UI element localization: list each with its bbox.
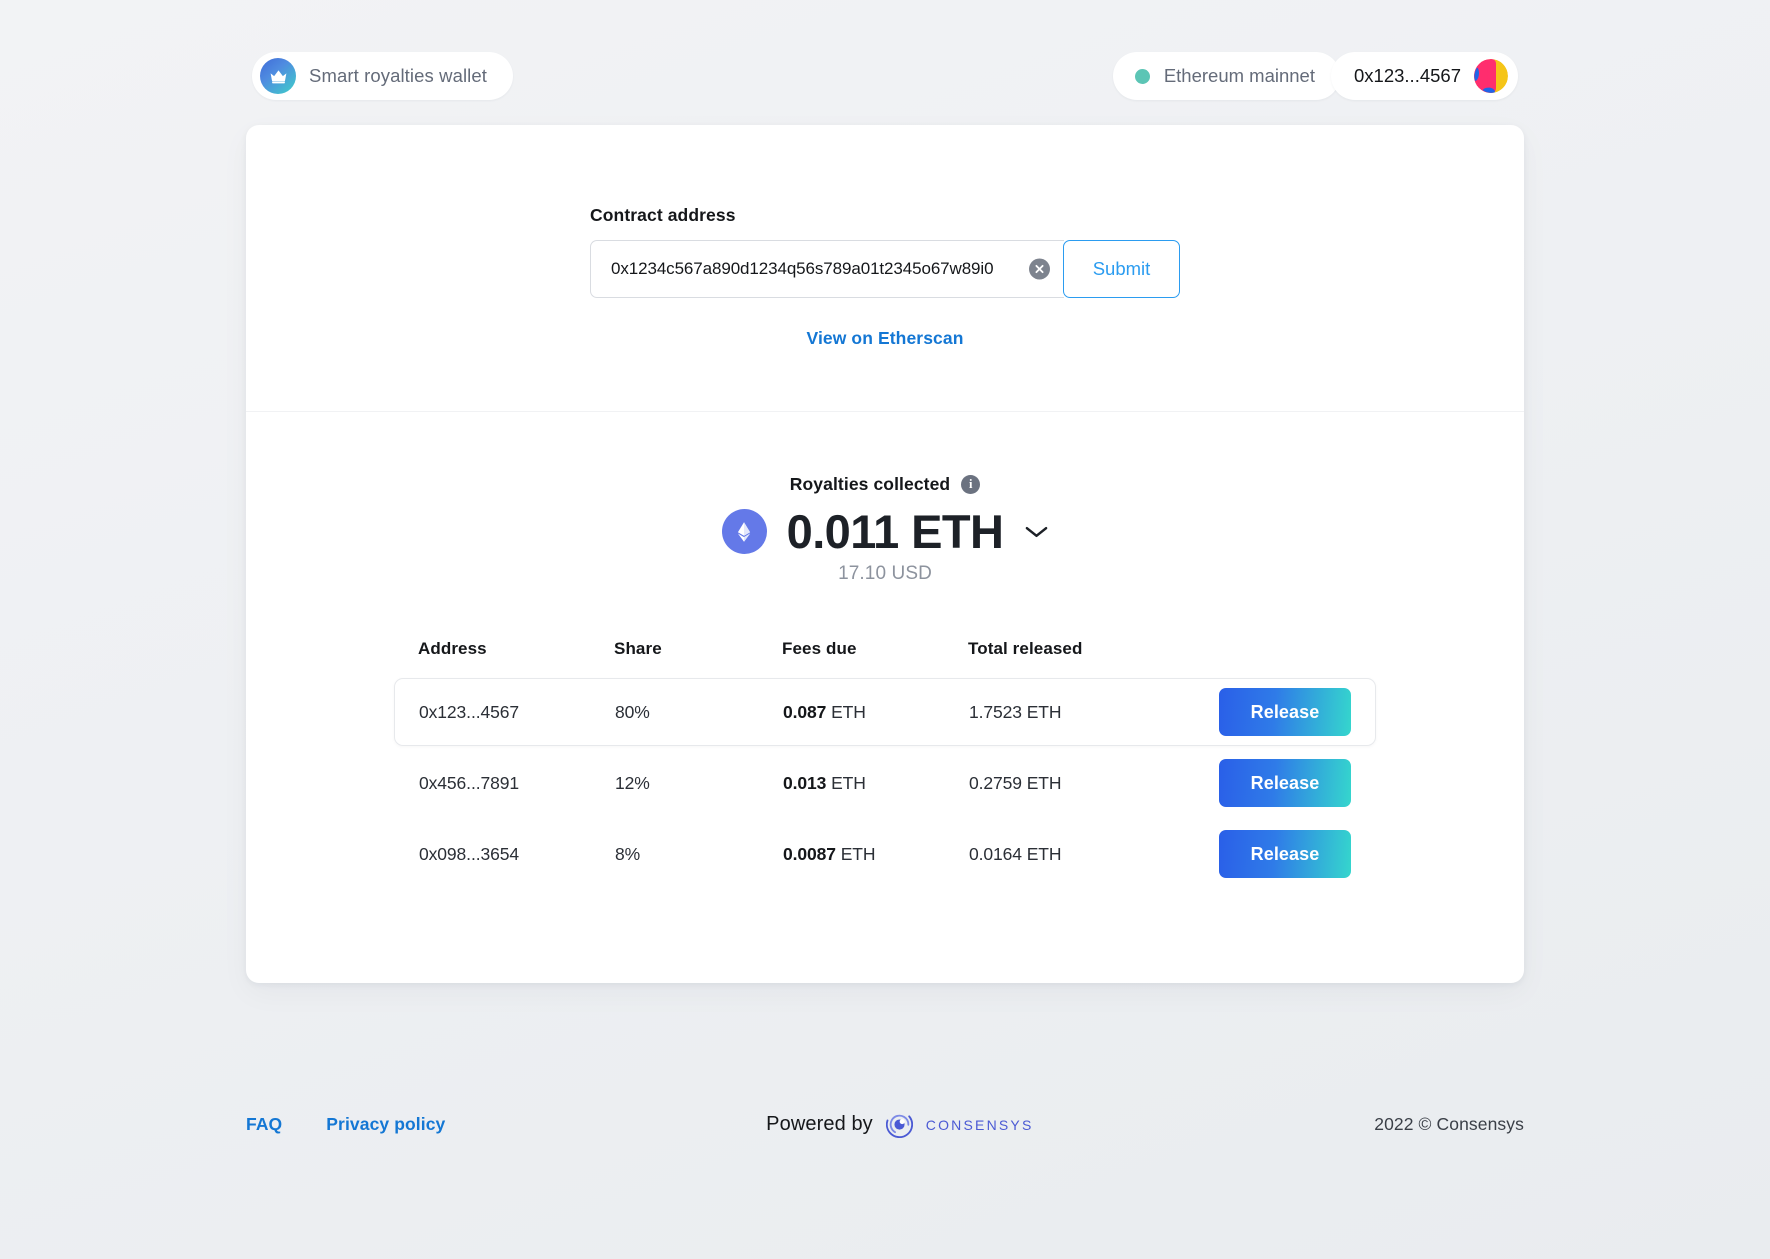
account-address: 0x123...4567	[1354, 65, 1461, 86]
cell-total-released: 1.7523 ETH	[969, 701, 1062, 722]
account-chip[interactable]: 0x123...4567	[1331, 52, 1518, 100]
contract-address-label: Contract address	[590, 205, 736, 225]
consensys-wordmark: consensys	[925, 1112, 1034, 1135]
fees-due-value: 0.0087	[783, 843, 836, 864]
contract-address-input[interactable]	[611, 259, 1020, 279]
fees-due-unit: ETH	[831, 701, 866, 722]
royalties-collected-label: Royalties collected	[789, 474, 951, 494]
table-row[interactable]: 0x098...3654 8% 0.0087 ETH 0.0164 ETH Re…	[394, 820, 1376, 888]
crown-icon	[260, 58, 296, 94]
page-footer: FAQ Privacy policy Powered by consensys …	[246, 983, 1524, 1259]
status-dot-icon	[1134, 68, 1150, 84]
contract-input-row: Submit	[590, 240, 1180, 298]
column-header-address: Address	[418, 639, 487, 658]
balance-row: 0.011 ETH	[721, 505, 1049, 558]
cell-total-released: 0.2759 ETH	[969, 772, 1062, 793]
privacy-policy-link[interactable]: Privacy policy	[326, 1114, 445, 1135]
table-row[interactable]: 0x123...4567 80% 0.087 ETH 1.7523 ETH Re…	[394, 678, 1376, 746]
powered-by: Powered by consensys	[766, 1110, 1034, 1138]
cell-action: Release	[1174, 759, 1351, 807]
main-card: Contract address Submit View on Ethersca…	[246, 125, 1524, 983]
release-button[interactable]: Release	[1219, 688, 1351, 736]
fees-due-unit: ETH	[831, 772, 866, 793]
cell-action: Release	[1174, 688, 1351, 736]
cell-address: 0x456...7891	[419, 772, 519, 793]
brand-name: Smart royalties wallet	[309, 65, 488, 86]
fees-due-value: 0.087	[783, 701, 827, 722]
release-button[interactable]: Release	[1219, 759, 1351, 807]
view-on-etherscan-link[interactable]: View on Etherscan	[807, 328, 964, 349]
recipients-table: Address Share Fees due Total released 0x…	[394, 639, 1376, 891]
faq-link[interactable]: FAQ	[246, 1114, 282, 1135]
cell-fees-due: 0.087 ETH	[783, 702, 969, 723]
column-header-share: Share	[614, 639, 662, 658]
cell-address: 0x123...4567	[419, 701, 519, 722]
copyright-text: 2022 © Consensys	[1374, 1113, 1524, 1134]
contract-address-section: Contract address Submit View on Ethersca…	[246, 125, 1524, 412]
release-button[interactable]: Release	[1219, 830, 1351, 878]
app-root: Smart royalties wallet Ethereum mainnet …	[0, 0, 1770, 1259]
cell-fees-due: 0.013 ETH	[783, 773, 969, 794]
royalties-usd-value: 17.10 USD	[838, 563, 932, 584]
cell-share: 12%	[615, 772, 650, 793]
table-header-row: Address Share Fees due Total released	[394, 639, 1376, 678]
brand-chip[interactable]: Smart royalties wallet	[252, 52, 514, 100]
contract-input-box[interactable]	[590, 240, 1064, 298]
clear-circle-icon[interactable]	[1029, 258, 1050, 280]
column-header-fees-due: Fees due	[782, 639, 857, 658]
footer-links: FAQ Privacy policy	[246, 1114, 445, 1135]
powered-by-label: Powered by	[766, 1112, 873, 1135]
fees-due-unit: ETH	[840, 843, 876, 864]
contract-form: Contract address Submit	[590, 205, 1180, 298]
ethereum-icon	[721, 509, 767, 554]
cell-total-released: 0.0164 ETH	[969, 843, 1062, 864]
account-blockie-avatar	[1474, 59, 1508, 93]
info-icon[interactable]: i	[961, 475, 981, 494]
fees-due-value: 0.013	[783, 772, 827, 793]
cell-share: 80%	[615, 701, 650, 722]
table-row[interactable]: 0x456...7891 12% 0.013 ETH 0.2759 ETH Re…	[394, 749, 1376, 817]
column-header-total-released: Total released	[968, 639, 1083, 658]
submit-button[interactable]: Submit	[1063, 240, 1180, 298]
top-bar: Smart royalties wallet Ethereum mainnet …	[0, 0, 1770, 125]
royalties-amount: 0.011 ETH	[786, 505, 1004, 558]
royalties-section: Royalties collected i 0.011 ETH 17.10 US…	[246, 412, 1524, 983]
royalties-header: Royalties collected i	[789, 474, 981, 495]
cell-action: Release	[1174, 830, 1351, 878]
consensys-spiral-icon	[885, 1110, 913, 1138]
network-selector-chip[interactable]: Ethereum mainnet	[1112, 52, 1340, 100]
chevron-down-icon[interactable]	[1025, 525, 1048, 539]
cell-fees-due: 0.0087 ETH	[783, 844, 969, 865]
network-label: Ethereum mainnet	[1163, 65, 1315, 86]
cell-share: 8%	[615, 843, 641, 864]
cell-address: 0x098...3654	[419, 843, 519, 864]
